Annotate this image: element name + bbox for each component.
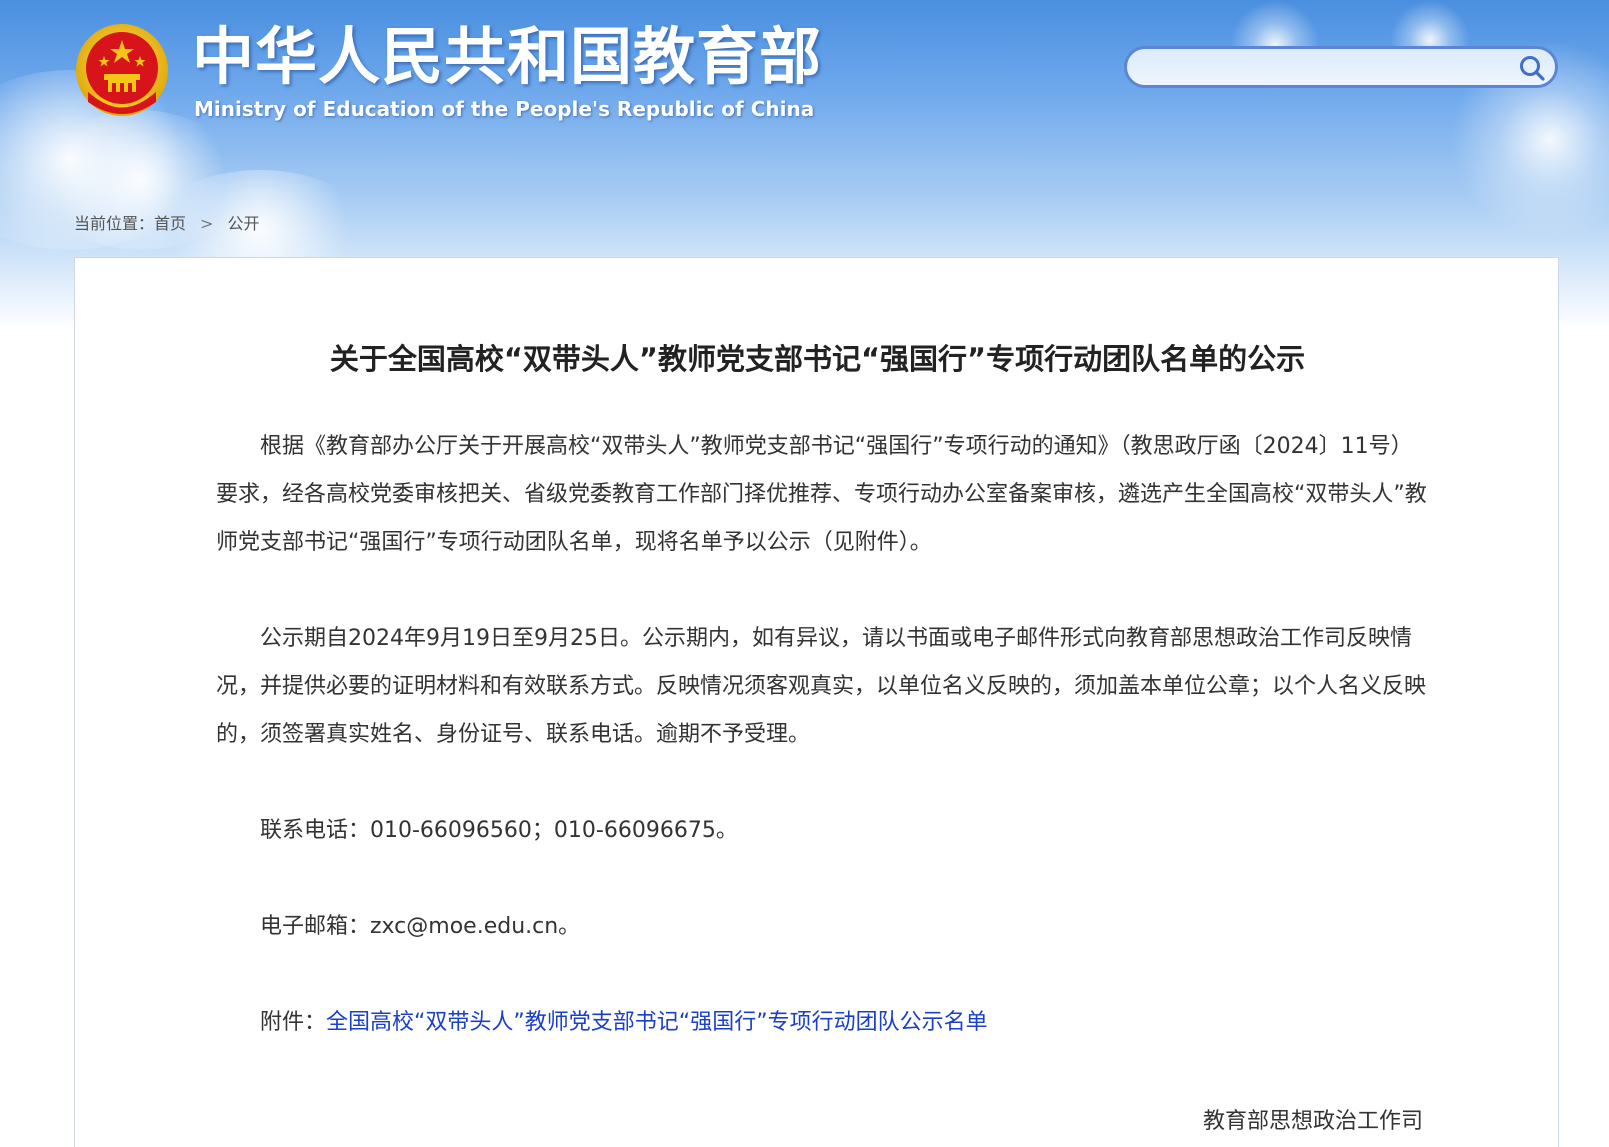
contact-email: 电子邮箱：zxc@moe.edu.cn。: [260, 914, 581, 939]
search-input[interactable]: [1145, 55, 1509, 83]
breadcrumb-prefix: 当前位置：: [74, 214, 155, 233]
attachment-link[interactable]: 全国高校“双带头人”教师党支部书记“强国行”专项行动团队公示名单: [326, 1010, 988, 1035]
breadcrumb-separator: >: [200, 214, 214, 233]
article-title: 关于全国高校“双带头人”教师党支部书记“强国行”专项行动团队名单的公示: [329, 342, 1306, 376]
article-container: 关于全国高校“双带头人”教师党支部书记“强国行”专项行动团队名单的公示 根据《教…: [74, 257, 1559, 1147]
attachment-label: 附件：: [260, 1010, 327, 1035]
contact-phone: 联系电话：010-66096560；010-66096675。: [260, 818, 738, 843]
breadcrumb-public-link[interactable]: 公开: [227, 214, 259, 233]
breadcrumb: 当前位置：首页 > 公开: [74, 210, 259, 234]
search-button[interactable]: [1517, 53, 1547, 83]
attachment-line: 附件：全国高校“双带头人”教师党支部书记“强国行”专项行动团队公示名单: [216, 999, 1430, 1047]
search-box: [1124, 46, 1558, 88]
article-body: 根据《教育部办公厅关于开展高校“双带头人”教师党支部书记“强国行”专项行动的通知…: [216, 423, 1430, 1095]
page: 中华人民共和国教育部 Ministry of Education of the …: [0, 0, 1609, 1147]
site-subtitle: Ministry of Education of the People's Re…: [194, 97, 815, 121]
article-signature: 教育部思想政治工作司: [1202, 1109, 1423, 1134]
article-paragraph: 根据《教育部办公厅关于开展高校“双带头人”教师党支部书记“强国行”专项行动的通知…: [216, 434, 1427, 555]
national-emblem-icon[interactable]: [74, 22, 170, 122]
site-title[interactable]: 中华人民共和国教育部: [192, 22, 822, 92]
breadcrumb-home-link[interactable]: 首页: [154, 214, 186, 233]
article-paragraph: 公示期自2024年9月19日至9月25日。公示期内，如有异议，请以书面或电子邮件…: [216, 626, 1427, 747]
search-icon: [1520, 56, 1545, 81]
